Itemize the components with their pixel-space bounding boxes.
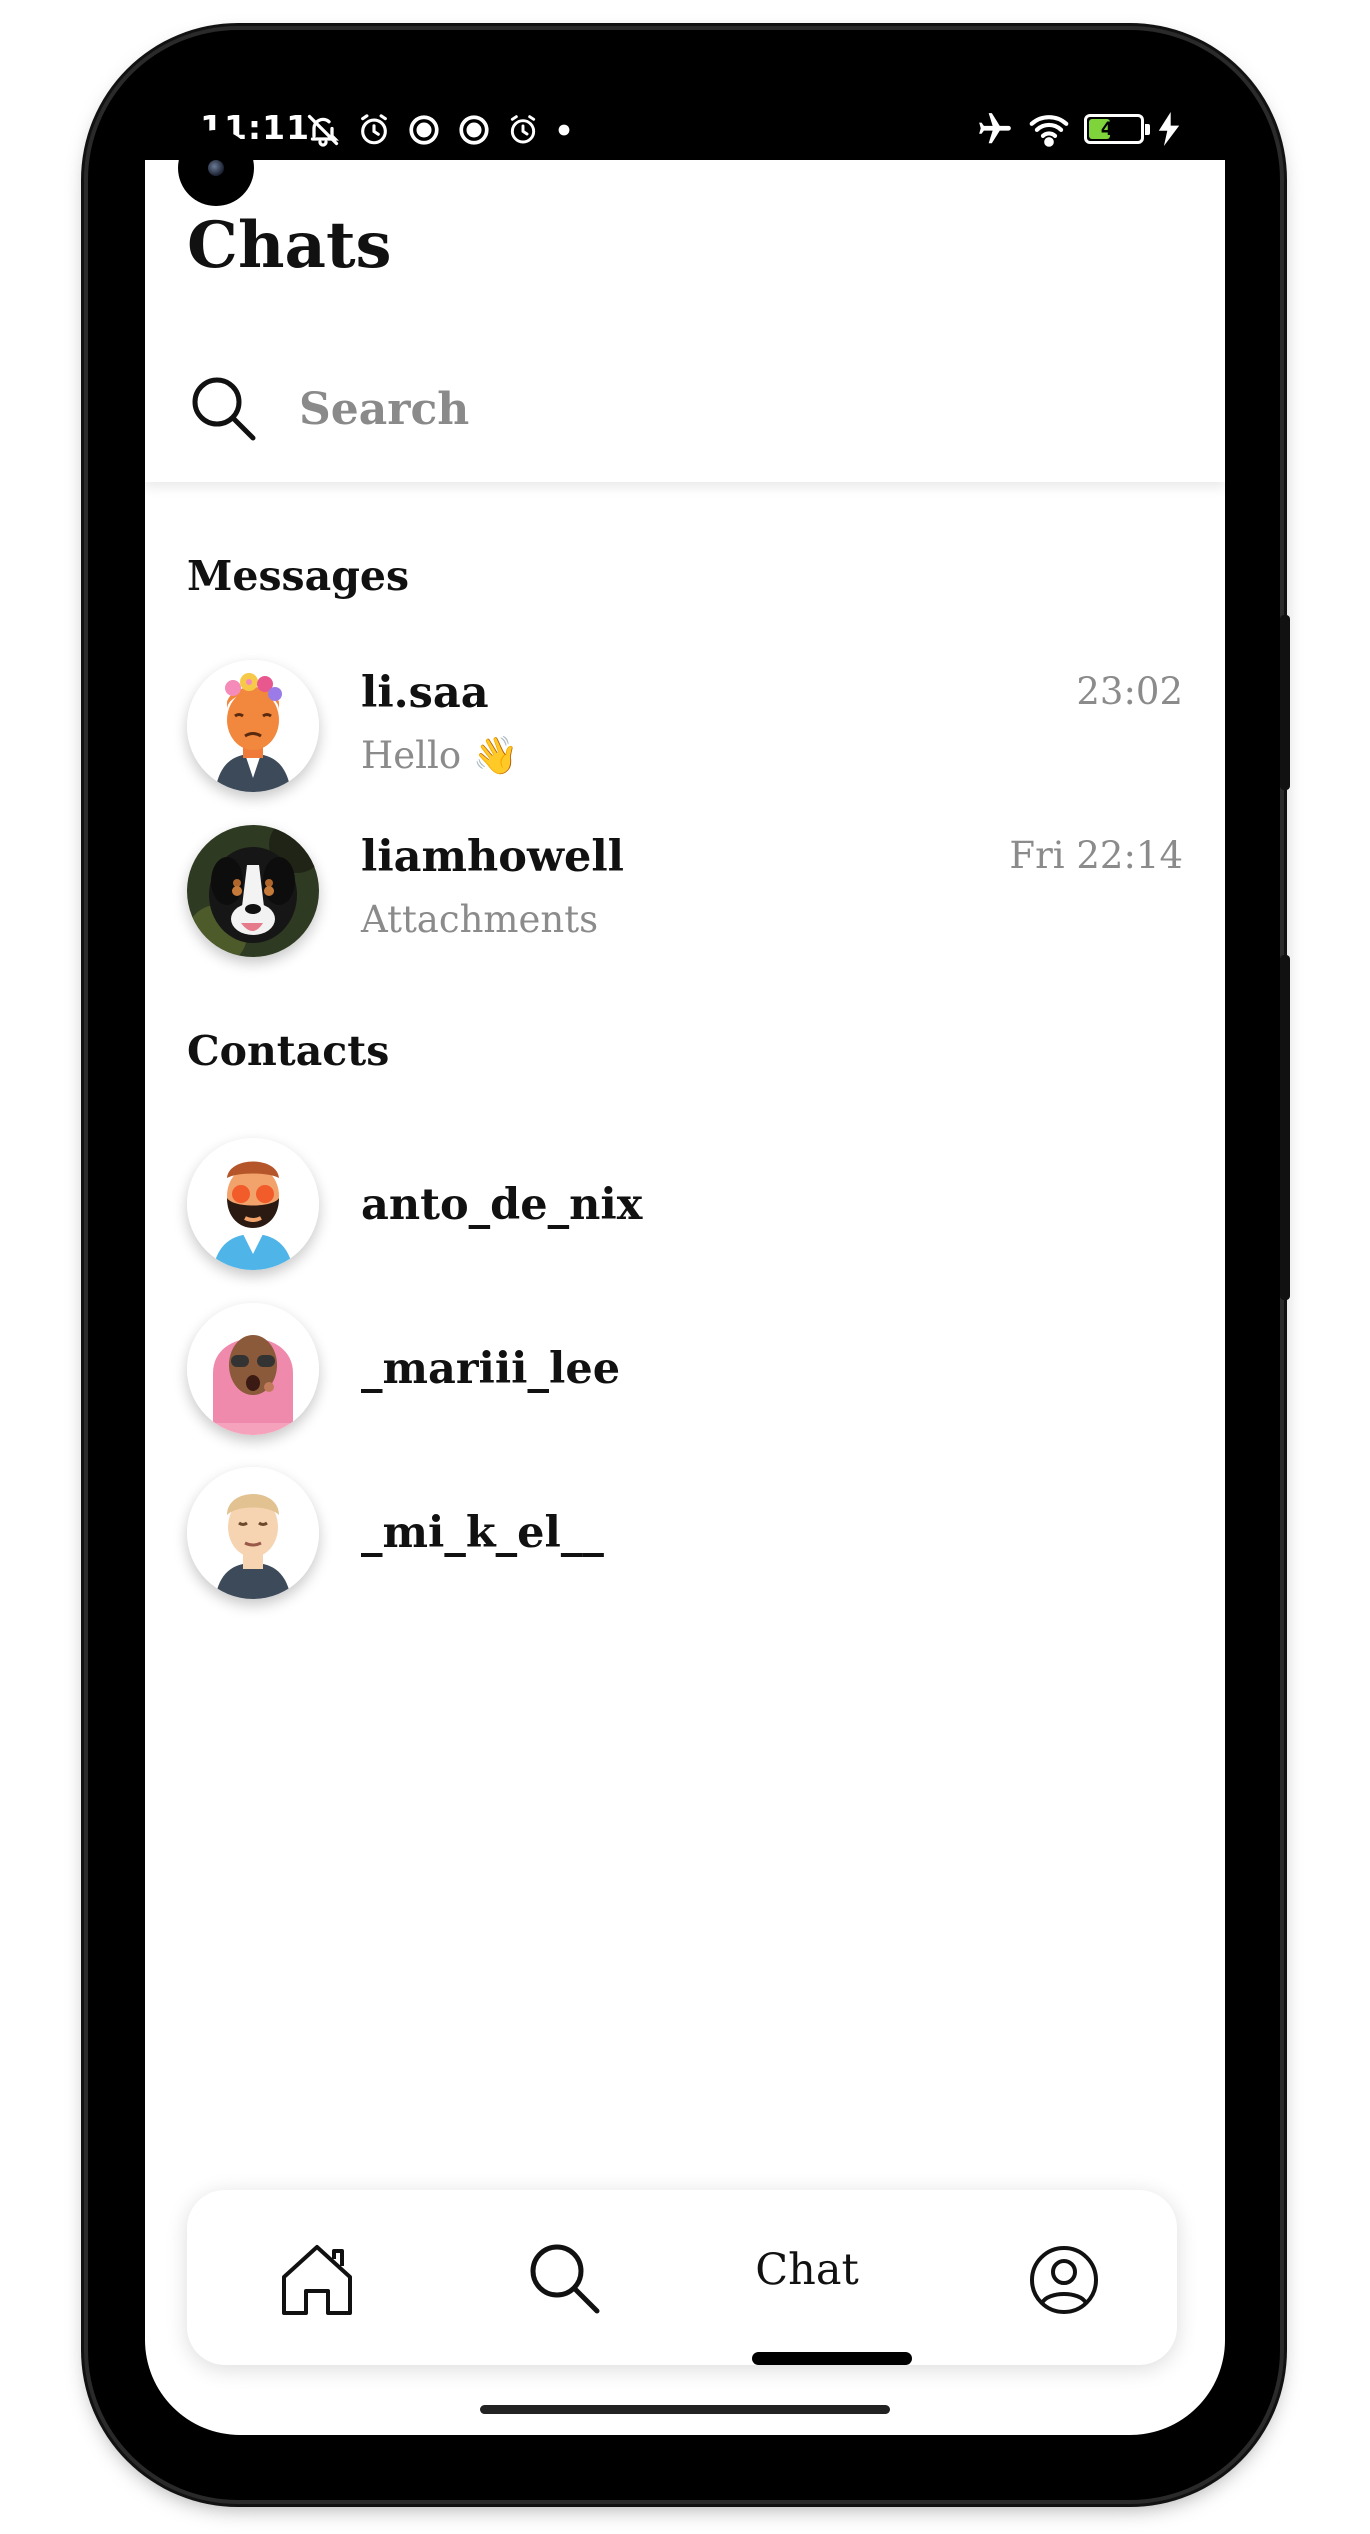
blond-man-avatar[interactable] xyxy=(187,1467,319,1599)
chats-header: Chats xyxy=(145,160,1225,482)
pink-hair-woman-avatar[interactable] xyxy=(187,1303,319,1435)
contact-name: _mariii_lee xyxy=(361,1344,621,1394)
nav-chat[interactable]: Chat xyxy=(712,2245,902,2295)
search-bar[interactable] xyxy=(187,370,1187,450)
status-left-icons xyxy=(305,112,573,148)
search-icon[interactable] xyxy=(187,372,259,444)
profile-icon[interactable] xyxy=(1019,2235,1109,2325)
messages-section-title: Messages xyxy=(187,552,410,600)
contact-name: _mi_k_el__ xyxy=(361,1508,604,1558)
dog-photo-avatar[interactable] xyxy=(187,825,319,957)
nav-home[interactable] xyxy=(272,2235,362,2325)
message-time: 23:02 xyxy=(1076,670,1183,713)
sync-icon xyxy=(409,115,439,145)
nav-search[interactable] xyxy=(519,2235,609,2325)
gesture-home-bar[interactable] xyxy=(480,2405,890,2414)
message-preview: Hello 👋 xyxy=(361,734,519,777)
message-preview: Attachments xyxy=(361,898,599,941)
status-bar: 11:11 46 xyxy=(145,100,1225,160)
bottom-navigation: Chat xyxy=(187,2190,1177,2365)
mute-icon xyxy=(307,114,339,147)
search-input[interactable] xyxy=(297,378,1151,440)
battery-icon: 46 xyxy=(1084,114,1150,144)
bearded-man-avatar[interactable] xyxy=(187,1138,319,1270)
app-screen: Chats Messages xyxy=(145,160,1225,2435)
alarm-icon xyxy=(510,115,536,144)
wifi-icon xyxy=(1029,115,1069,147)
battery-percent: 46 xyxy=(1100,118,1128,140)
power-button xyxy=(1280,955,1290,1300)
volume-button xyxy=(1280,615,1290,790)
message-sender-name: liamhowell xyxy=(361,832,625,882)
contact-name: anto_de_nix xyxy=(361,1180,643,1230)
alarm-icon xyxy=(361,114,387,145)
search-icon[interactable] xyxy=(519,2235,609,2325)
device-stage: 11:11 46 Chats Mes xyxy=(0,0,1370,2534)
dot-icon xyxy=(558,124,570,136)
girl-flower-crown-avatar[interactable] xyxy=(187,660,319,792)
message-sender-name: li.saa xyxy=(361,668,489,718)
airplane-icon xyxy=(979,113,1011,144)
status-right-icons: 46 xyxy=(976,110,1180,148)
nav-profile[interactable] xyxy=(1019,2235,1109,2325)
contacts-section-title: Contacts xyxy=(187,1027,390,1075)
front-camera xyxy=(178,130,254,206)
nav-active-indicator xyxy=(752,2352,912,2365)
page-title: Chats xyxy=(187,208,392,283)
message-time: Fri 22:14 xyxy=(1009,834,1183,877)
charging-icon xyxy=(1158,112,1180,146)
sync-icon xyxy=(459,115,489,145)
home-icon[interactable] xyxy=(272,2235,362,2325)
